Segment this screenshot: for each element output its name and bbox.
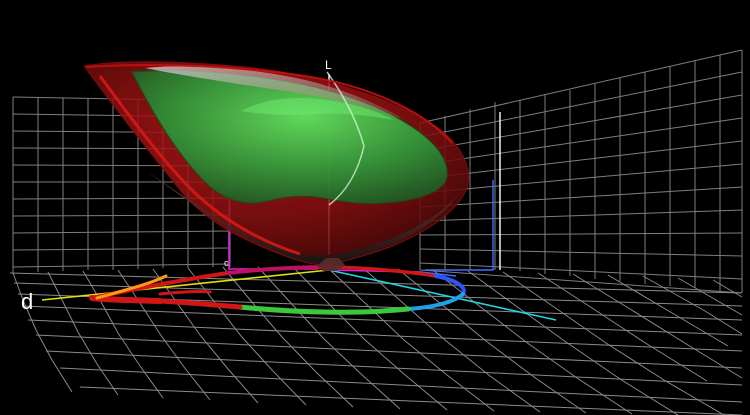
gamut-3d-scene[interactable] [0, 0, 750, 415]
gamut-3d-viewport[interactable]: L d c [0, 0, 750, 415]
floor-grid [9, 266, 743, 415]
gamut-volume [83, 61, 469, 266]
